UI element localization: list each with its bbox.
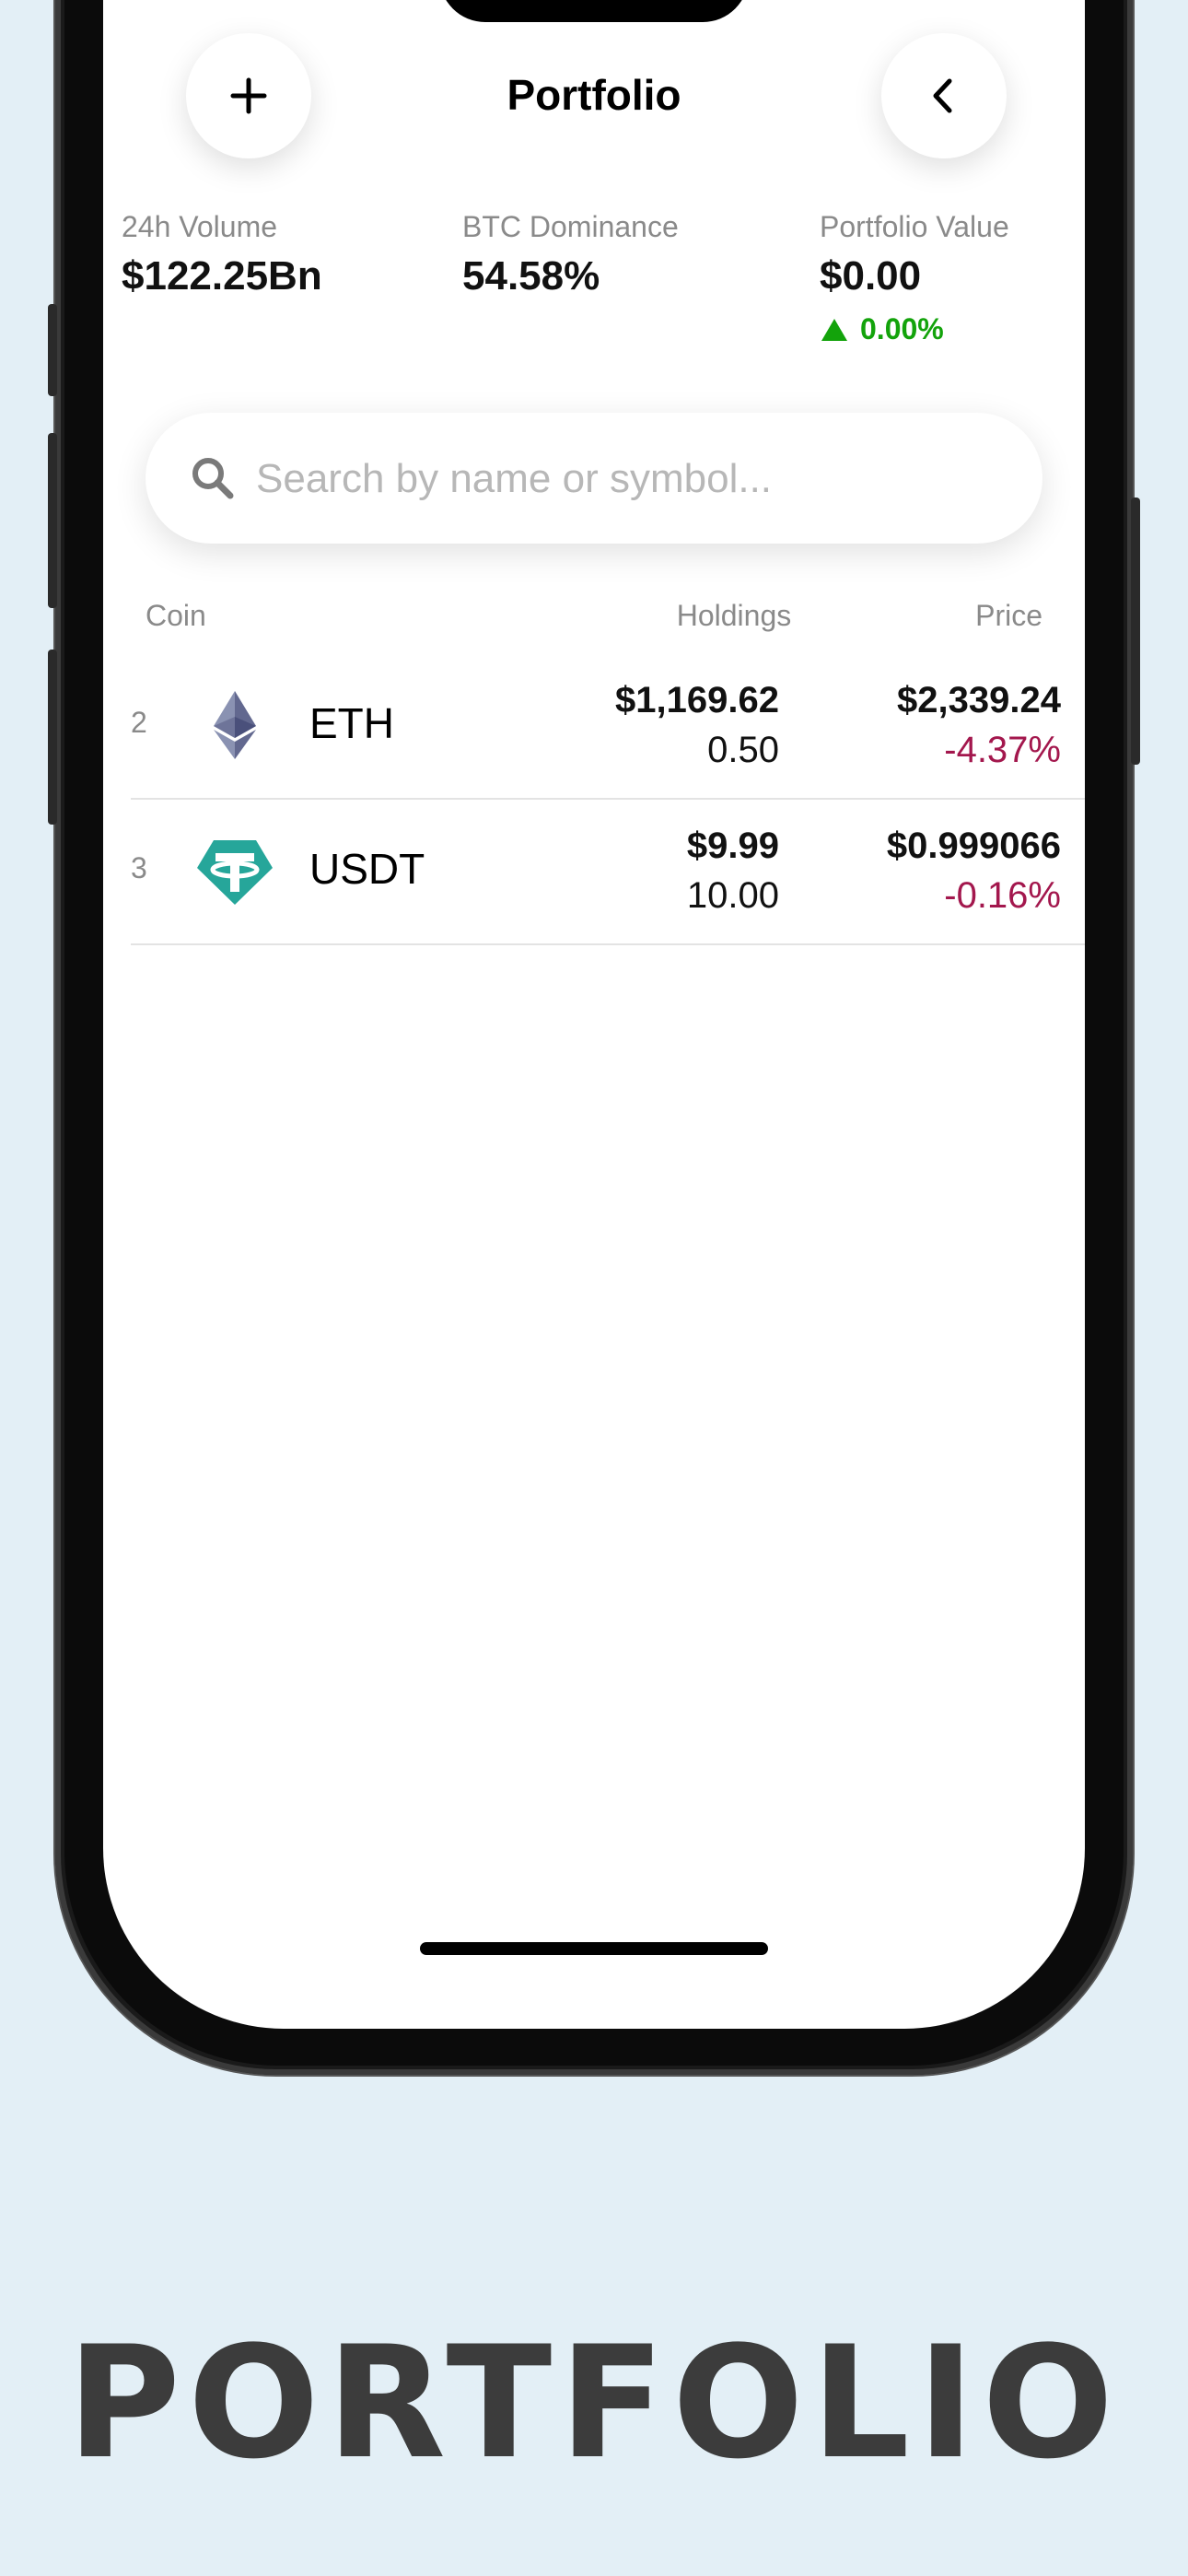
search-icon: [192, 458, 234, 499]
holdings-quantity: 10.00: [686, 875, 779, 916]
ethereum-icon: [214, 691, 256, 759]
stat-value: $0.00: [820, 253, 922, 299]
phone-side-button: [48, 433, 57, 608]
coin-price: $2,339.24: [897, 680, 1061, 720]
stat-portfolio-value: Portfolio Value $0.00 0.00%: [820, 210, 1009, 346]
stat-label: 24h Volume: [122, 210, 278, 243]
holdings-quantity: 0.50: [707, 730, 779, 770]
home-indicator[interactable]: [420, 1942, 768, 1955]
price-change: -4.37%: [944, 730, 1061, 770]
coin-price: $0.999066: [886, 825, 1061, 866]
stat-btc-dominance: BTC Dominance 54.58%: [462, 210, 679, 299]
phone-side-button: [48, 304, 57, 396]
chevron-left-icon: [933, 78, 952, 113]
coin-rank: 2: [131, 706, 147, 739]
coin-symbol: USDT: [309, 845, 425, 893]
coin-row-eth[interactable]: 2 ETH $1,169.62 0.50 $2,339.24 -4.37%: [131, 652, 1085, 800]
app-screen: Portfolio 24h Volume $122.25Bn BTC Domin…: [103, 0, 1085, 2029]
stat-label: Portfolio Value: [820, 210, 1009, 243]
portfolio-change-value: 0.00%: [860, 312, 944, 345]
phone-frame: Portfolio 24h Volume $122.25Bn BTC Domin…: [48, 0, 1140, 2075]
coin-symbol: ETH: [309, 699, 394, 747]
marketing-caption: PORTFOLIO: [66, 2313, 1122, 2493]
column-header-price[interactable]: Price: [975, 599, 1042, 633]
search-input[interactable]: [254, 440, 1013, 518]
price-change: -0.16%: [944, 875, 1061, 916]
phone-side-button: [1131, 498, 1140, 765]
coin-row-usdt[interactable]: 3 USDT $9.99 10.00 $0.999066 -0.16%: [131, 798, 1085, 945]
stat-24h-volume: 24h Volume $122.25Bn: [122, 210, 322, 299]
portfolio-change: 0.00%: [820, 312, 1009, 346]
holdings-value: $1,169.62: [615, 680, 779, 720]
stat-label: BTC Dominance: [462, 210, 679, 243]
coin-rank: 3: [131, 851, 147, 884]
back-button[interactable]: [881, 33, 1007, 158]
triangle-up-icon: [821, 318, 847, 341]
tether-icon: [197, 840, 273, 905]
column-header-coin[interactable]: Coin: [146, 599, 206, 633]
holdings-value: $9.99: [686, 825, 779, 866]
phone-side-button: [48, 650, 57, 825]
column-header-holdings[interactable]: Holdings: [619, 599, 849, 633]
search-bar[interactable]: [146, 413, 1042, 544]
stat-value: $122.25Bn: [122, 253, 322, 299]
dynamic-island: [439, 0, 749, 22]
stat-value: 54.58%: [462, 253, 600, 299]
